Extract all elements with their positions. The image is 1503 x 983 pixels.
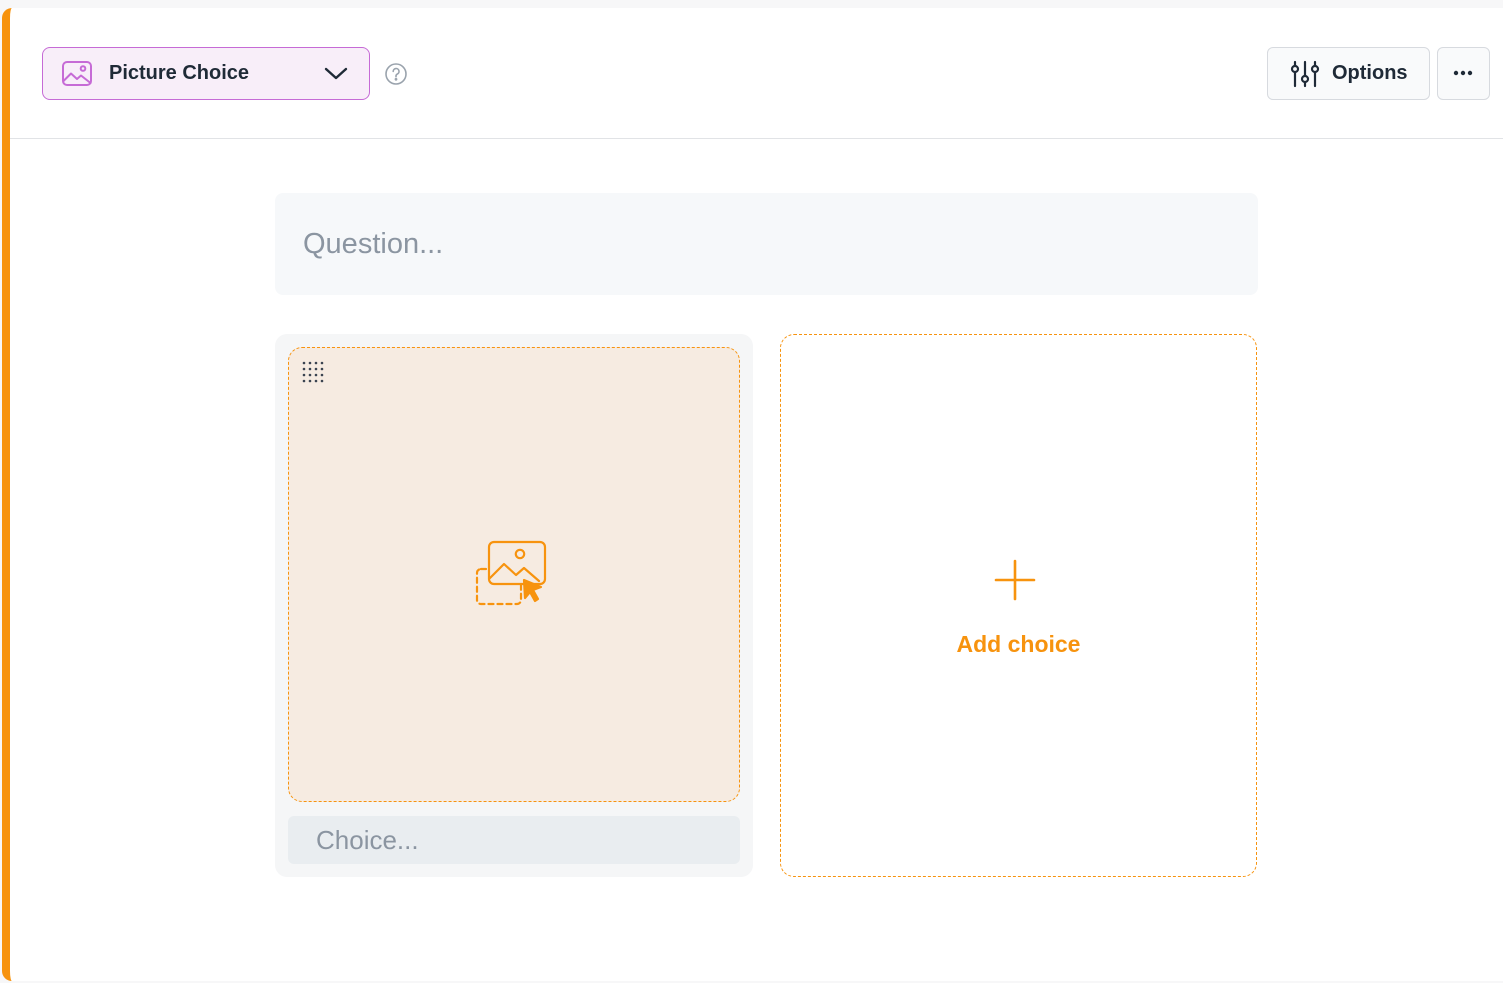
choice-card: [275, 334, 753, 877]
more-actions-button[interactable]: [1437, 47, 1490, 100]
image-icon: [62, 61, 92, 86]
plus-icon: [994, 559, 1036, 601]
question-type-dropdown[interactable]: Picture Choice: [42, 47, 370, 100]
options-button[interactable]: Options: [1267, 47, 1430, 100]
sliders-icon: [1290, 60, 1320, 88]
more-horizontal-icon: [1453, 70, 1473, 76]
question-type-label: Picture Choice: [109, 62, 250, 84]
add-choice-label: Add choice: [956, 631, 1081, 657]
help-circle-icon[interactable]: [384, 62, 408, 86]
options-label: Options: [1332, 62, 1408, 84]
chevron-down-icon: [324, 67, 348, 80]
question-header: Picture Choice Options: [10, 8, 1503, 139]
choice-input[interactable]: [288, 816, 740, 864]
question-input[interactable]: [275, 193, 1258, 295]
drag-handle-icon[interactable]: [301, 360, 327, 386]
image-upload-icon: [475, 540, 547, 606]
question-card: Picture Choice Options Question... Choic…: [2, 8, 1503, 981]
image-dropzone[interactable]: [288, 347, 740, 802]
add-choice-button[interactable]: Add choice: [780, 334, 1257, 877]
